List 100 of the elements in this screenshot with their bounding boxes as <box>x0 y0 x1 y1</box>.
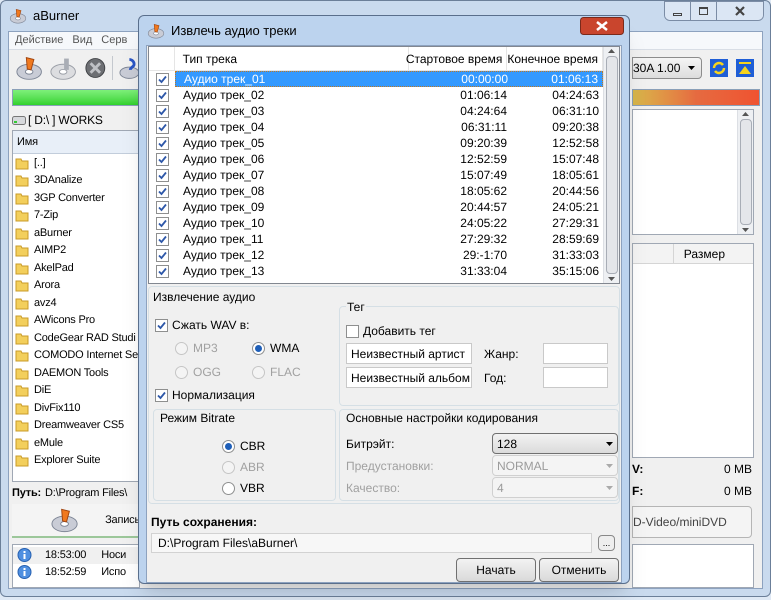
checkbox[interactable] <box>156 152 168 166</box>
checkbox[interactable] <box>155 318 168 332</box>
track-row[interactable]: Аудио трек_02 01:06:14 04:24:63 <box>175 87 603 103</box>
minimize-button[interactable] <box>665 2 691 20</box>
burn-disc-icon <box>50 507 80 533</box>
file-name[interactable]: DiE <box>34 382 52 398</box>
checkbox[interactable] <box>156 168 168 182</box>
radio-label[interactable]: WMA <box>270 339 300 357</box>
file-name[interactable]: 3DAnalize <box>34 172 82 188</box>
radio-button[interactable] <box>222 482 235 494</box>
scrollbar[interactable] <box>737 110 753 234</box>
scroll-up-icon[interactable] <box>742 112 749 116</box>
eject-icon[interactable] <box>736 59 754 77</box>
track-row[interactable]: Аудио трек_08 18:05:62 20:44:56 <box>175 183 603 199</box>
track-row[interactable]: Аудио трек_10 24:05:22 27:29:31 <box>175 215 603 231</box>
checkbox[interactable] <box>156 72 168 86</box>
close-button[interactable] <box>717 2 763 20</box>
checkbox[interactable] <box>156 88 168 102</box>
file-name[interactable]: 3GP Converter <box>34 190 105 206</box>
checkbox[interactable] <box>156 104 168 118</box>
checkbox-label[interactable]: Добавить тег <box>363 322 436 340</box>
dropdown[interactable]: 128 <box>492 433 618 454</box>
track-row[interactable]: Аудио трек_07 15:07:49 18:05:61 <box>175 167 603 183</box>
stat-label: V: <box>632 461 644 478</box>
track-row[interactable]: Аудио трек_06 12:52:59 15:07:48 <box>175 151 603 167</box>
folder-icon <box>15 226 29 240</box>
track-row[interactable]: Аудио трек_05 09:20:39 12:52:58 <box>175 135 603 151</box>
checkbox[interactable] <box>155 388 168 402</box>
scrollbar[interactable] <box>603 47 619 283</box>
close-button[interactable] <box>580 16 624 34</box>
track-row[interactable]: Аудио трек_04 06:31:11 09:20:38 <box>175 119 603 135</box>
checkbox[interactable] <box>156 200 168 214</box>
checkbox-label[interactable]: Сжать WAV в: <box>172 316 250 334</box>
folder-icon <box>15 348 29 362</box>
burn-disc-icon[interactable] <box>15 55 44 81</box>
radio-label[interactable]: CBR <box>240 437 266 455</box>
menu-item[interactable]: Действие <box>15 32 64 49</box>
checkbox[interactable] <box>156 120 168 134</box>
caret-icon <box>688 66 695 70</box>
checkbox[interactable] <box>156 264 168 278</box>
text-field[interactable] <box>543 343 608 364</box>
checkbox[interactable] <box>156 232 168 246</box>
checkbox[interactable] <box>156 216 168 230</box>
dialog-button[interactable]: Отменить <box>539 558 619 582</box>
folder-icon <box>15 418 29 432</box>
text-field[interactable] <box>543 367 608 388</box>
format-button[interactable]: D-Video/miniDVD <box>632 506 752 538</box>
scroll-thumb[interactable] <box>740 119 752 225</box>
checkbox[interactable] <box>346 324 359 338</box>
file-name[interactable]: [..] <box>34 154 46 171</box>
file-name[interactable]: Dreamweaver CS5 <box>34 417 124 434</box>
file-name[interactable]: eMule <box>34 434 63 451</box>
checkbox[interactable] <box>156 184 168 198</box>
track-row[interactable]: Аудио трек_12 29:-1:70 31:33:03 <box>175 247 603 263</box>
file-name[interactable]: 7-Zip <box>34 207 58 224</box>
track-row[interactable]: Аудио трек_11 27:29:32 28:59:69 <box>175 231 603 247</box>
menu-item[interactable]: Вид <box>72 32 92 49</box>
file-name[interactable]: aBurner <box>34 224 72 241</box>
save-path-field[interactable]: D:\Program Files\aBurner\ <box>151 533 592 553</box>
field-label: Предустановки: <box>346 458 435 474</box>
text-field[interactable]: Неизвестный артист <box>346 343 472 364</box>
checkbox-label[interactable]: Нормализация <box>172 386 255 404</box>
track-row[interactable]: Аудио трек_09 20:44:57 24:05:21 <box>175 199 603 215</box>
help-disc-icon[interactable] <box>119 55 140 81</box>
maximize-button[interactable] <box>691 2 717 20</box>
checkbox[interactable] <box>156 136 168 150</box>
file-name[interactable]: AkelPad <box>34 260 74 276</box>
checkbox[interactable] <box>156 248 168 262</box>
scroll-down-icon[interactable] <box>608 277 615 281</box>
column-header[interactable]: Имя <box>13 131 139 154</box>
column-header[interactable]: Стартовое время <box>409 47 508 70</box>
file-name[interactable]: Explorer Suite <box>34 452 100 468</box>
text-field[interactable]: Неизвестный альбом <box>346 367 472 388</box>
track-row[interactable]: Аудио трек_13 31:33:04 35:15:06 <box>175 263 603 279</box>
burn-button[interactable]: Запись <box>12 504 140 538</box>
file-name[interactable]: CodeGear RAD Studi <box>34 330 136 346</box>
log-message: Носи <box>101 548 126 564</box>
track-row[interactable]: Аудио трек_03 04:24:64 06:31:10 <box>175 103 603 119</box>
folder-icon <box>15 400 29 415</box>
scroll-down-icon[interactable] <box>742 228 749 232</box>
field-label: Год: <box>484 370 508 386</box>
file-name[interactable]: avz4 <box>34 294 56 311</box>
group-title: Основные настройки кодирования <box>346 410 538 427</box>
radio-button[interactable] <box>252 342 265 354</box>
erase-disc-icon[interactable] <box>84 56 106 80</box>
menu-item[interactable]: Серв <box>101 32 128 49</box>
radio-label[interactable]: VBR <box>240 479 265 497</box>
file-name[interactable]: COMODO Internet Se <box>34 347 138 364</box>
dialog-button[interactable]: Начать <box>456 558 536 582</box>
refresh-icon[interactable] <box>710 59 728 77</box>
browse-button[interactable]: ... <box>598 535 615 551</box>
scroll-thumb[interactable] <box>606 56 618 274</box>
file-name[interactable]: AWicons Pro <box>34 312 95 328</box>
log-time: 18:53:00 <box>45 548 86 564</box>
device-select[interactable]: 30A 1.00 <box>632 57 702 79</box>
radio-button[interactable] <box>222 440 235 452</box>
file-name[interactable]: DivFix110 <box>34 400 80 416</box>
file-name[interactable]: DAEMON Tools <box>34 364 108 381</box>
file-name[interactable]: Arora <box>34 277 60 294</box>
file-name[interactable]: AIMP2 <box>34 242 66 258</box>
